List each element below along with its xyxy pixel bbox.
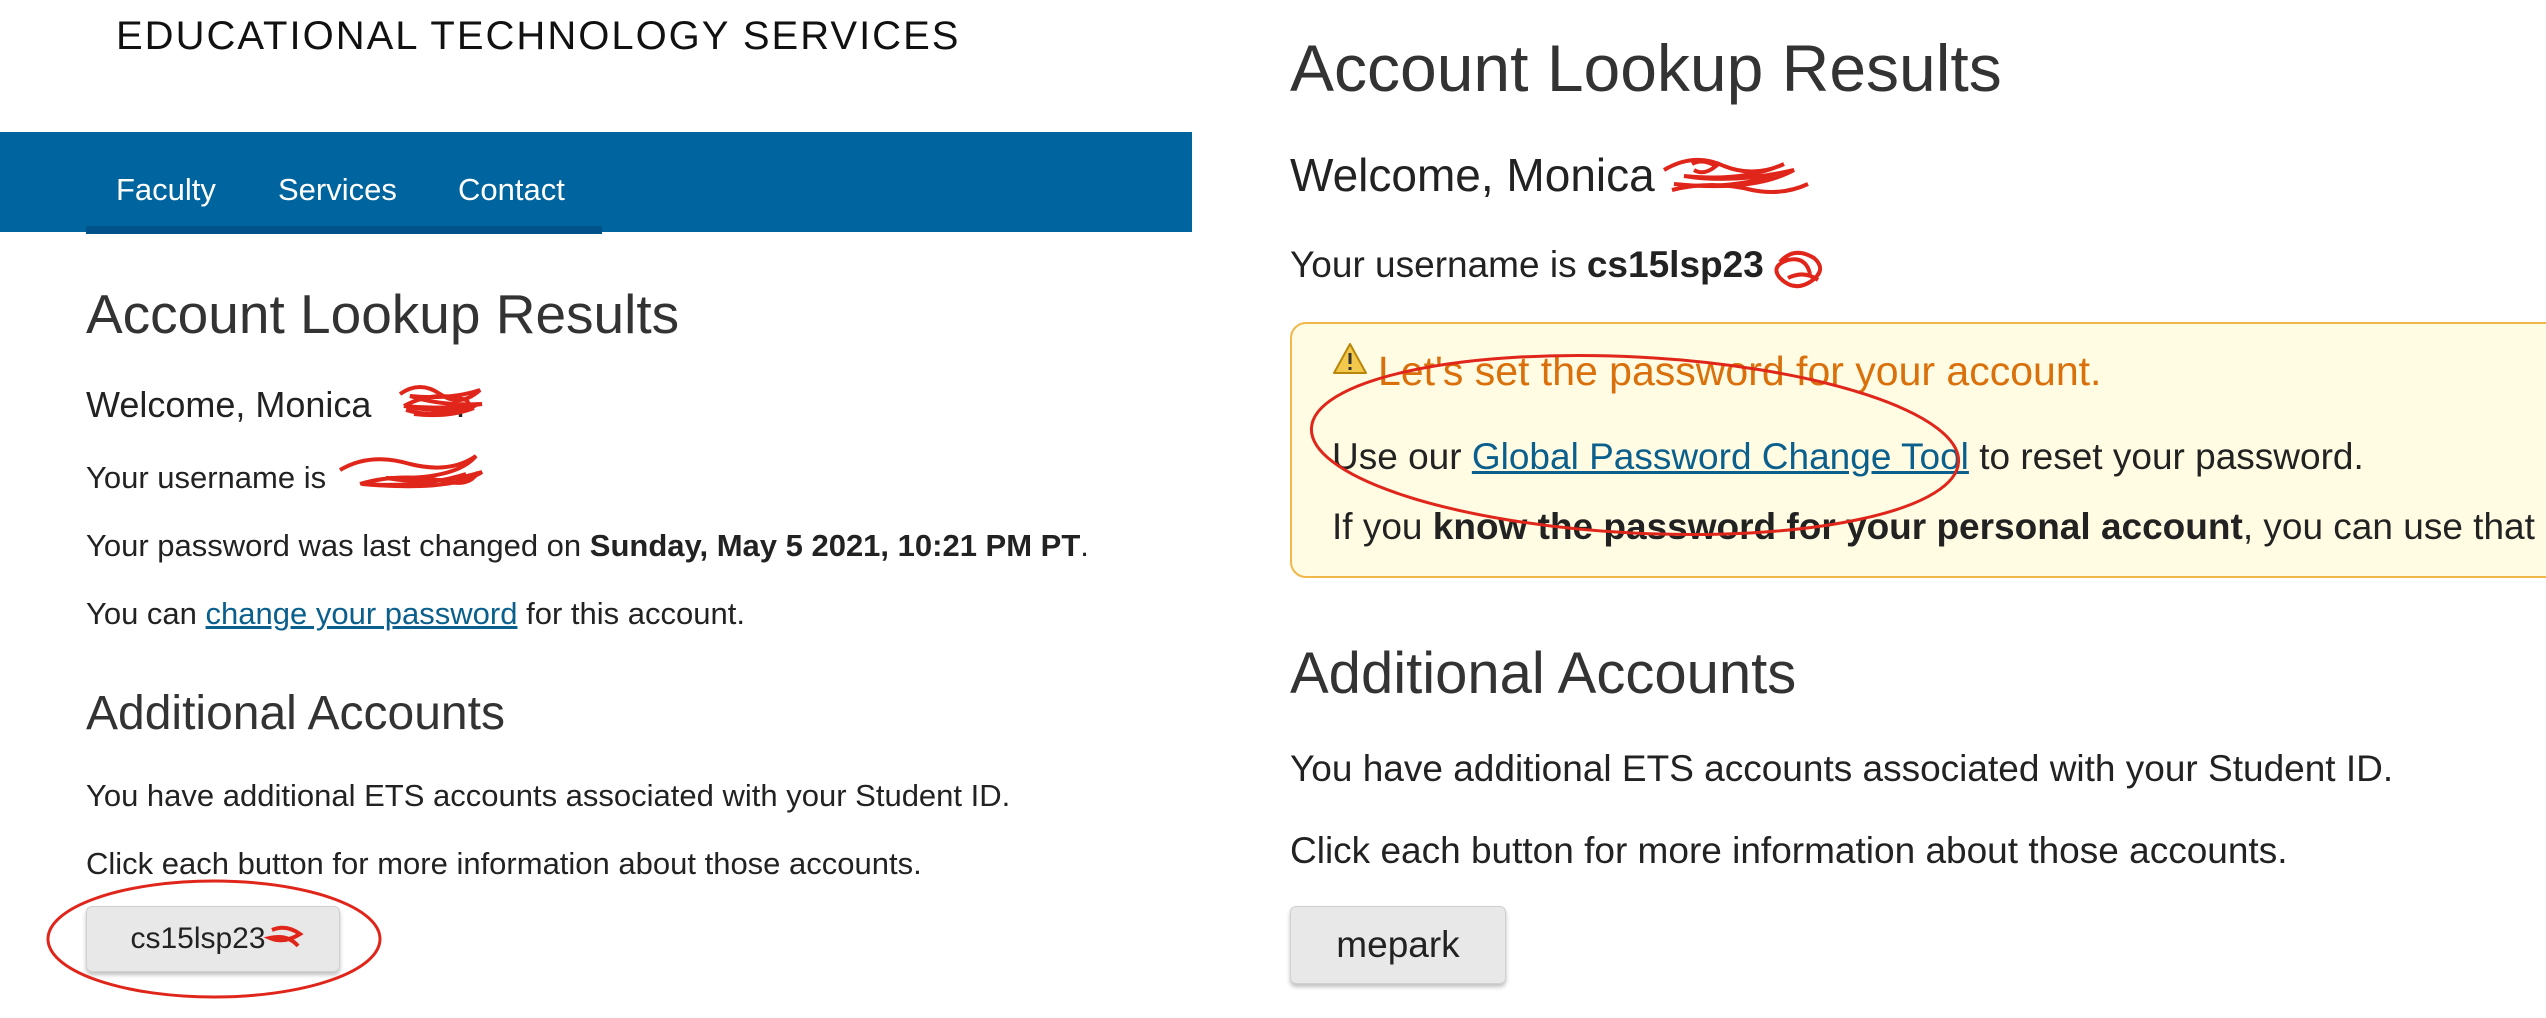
alert-use-line: Use our Global Password Change Tool to r… [1332, 436, 2364, 478]
alert-use-prefix: Use our [1332, 436, 1462, 477]
alert-if-suffix: , you can use that p [2242, 506, 2546, 547]
right-panel: Account Lookup Results Welcome, Monica Y… [1192, 0, 2546, 1018]
change-password-link[interactable]: change your password [206, 596, 518, 631]
nav-underline [86, 226, 602, 234]
username-line: Your username is [86, 460, 326, 496]
redaction-scribble [1662, 157, 1809, 194]
password-changed-date: Sunday, May 5 2021, 10:21 PM PT [589, 528, 1081, 563]
page-title: Account Lookup Results [86, 283, 680, 345]
password-changed-prefix: Your password was last changed on [86, 528, 582, 563]
redaction-scribble [1774, 250, 1822, 289]
warning-triangle-icon [1333, 343, 1367, 374]
account-button-label: cs15lsp23 [130, 922, 266, 955]
account-button-cs15lsp23[interactable]: cs15lsp23 [86, 906, 340, 972]
welcome-message: Welcome, Monica [1290, 149, 1655, 201]
global-password-tool-link[interactable]: Global Password Change Tool [1472, 436, 1969, 477]
alert-title: Let's set the password for your account. [1378, 348, 2102, 394]
change-suffix: for this account. [526, 596, 745, 631]
nav-item-services[interactable]: Services [278, 172, 397, 208]
additional-accounts-heading: Additional Accounts [1290, 641, 1797, 706]
welcome-text: Welcome, Monica [86, 384, 372, 425]
nav-item-faculty[interactable]: Faculty [116, 172, 216, 208]
click-instructions-text: Click each button for more information a… [86, 846, 922, 881]
username-line: Your username is cs15lsp23 [1290, 244, 1764, 286]
alert-if-line: If you know the password for your person… [1332, 506, 2546, 548]
username-value: cs15lsp23 [1586, 244, 1764, 285]
username-prefix: Your username is [86, 460, 327, 495]
alert-use-suffix: to reset your password. [1979, 436, 2364, 477]
nav-item-contact[interactable]: Contact [458, 172, 565, 208]
change-prefix: You can [86, 596, 197, 631]
site-brand[interactable]: EDUCATIONAL TECHNOLOGY SERVICES [116, 14, 960, 59]
welcome-message: Welcome, Monica. [86, 384, 465, 426]
username-prefix: Your username is [1290, 244, 1577, 285]
password-changed-line: Your password was last changed on Sunday… [86, 528, 1089, 564]
password-changed-suffix: . [1080, 528, 1089, 563]
additional-accounts-text: You have additional ETS accounts associa… [1290, 748, 2394, 789]
password-alert: Let's set the password for your account.… [1290, 322, 2546, 578]
alert-if-prefix: If you [1332, 506, 1423, 547]
alert-if-bold: know the password for your personal acco… [1432, 506, 2243, 547]
left-panel: EDUCATIONAL TECHNOLOGY SERVICES Faculty … [0, 0, 1192, 1018]
click-instructions-text: Click each button for more information a… [1290, 830, 2288, 871]
change-password-line: You can change your password for this ac… [86, 596, 745, 632]
redaction-scribble [338, 454, 484, 489]
welcome-period: . [455, 384, 466, 425]
additional-accounts-heading: Additional Accounts [86, 687, 505, 740]
account-button-mepark[interactable]: mepark [1290, 906, 1506, 984]
page-title: Account Lookup Results [1290, 31, 2002, 105]
additional-accounts-text: You have additional ETS accounts associa… [86, 778, 1011, 813]
